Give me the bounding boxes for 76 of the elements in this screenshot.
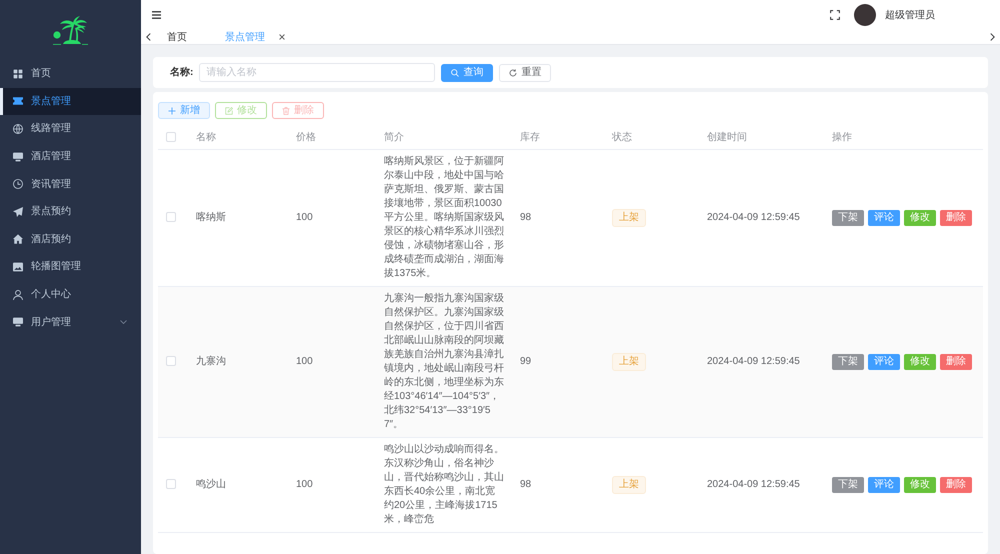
search-button[interactable]: 查询: [441, 64, 494, 82]
select-all-checkbox[interactable]: [166, 132, 176, 142]
sidebar-item[interactable]: 首页: [0, 60, 141, 88]
unlist-button[interactable]: 下架: [832, 354, 864, 370]
monitor-icon: [13, 152, 23, 162]
sidebar-item[interactable]: 用户管理: [0, 308, 141, 336]
unlist-button[interactable]: 下架: [832, 210, 864, 226]
table-cell: 鸣沙山: [188, 438, 288, 532]
edit-button[interactable]: 修改: [904, 477, 936, 493]
search-field[interactable]: 请输入名称: [199, 63, 436, 82]
trash-icon: [282, 106, 290, 114]
chevron-left-icon[interactable]: [146, 33, 151, 41]
person-icon: [13, 290, 23, 300]
row-checkbox[interactable]: [166, 479, 176, 490]
column-header: 操作: [824, 127, 983, 150]
add-button[interactable]: 新增: [158, 102, 210, 119]
edit-icon: [225, 106, 233, 114]
column-header: 简介: [376, 127, 512, 150]
table-cell: 99: [512, 286, 604, 438]
refresh-icon: [509, 68, 518, 76]
user-name[interactable]: 超级管理员: [885, 8, 935, 22]
delete-button[interactable]: 删除: [940, 354, 972, 370]
picture-icon: [13, 262, 23, 272]
table-cell: 鸣沙山以沙动成响而得名。东汉称沙角山，俗名神沙山，晋代始称鸣沙山，其山东西长40余公里，南北宽约20公里，主峰海拔1715米，峰峦危: [376, 438, 512, 532]
plus-icon: [168, 106, 176, 114]
fullscreen-icon[interactable]: [830, 10, 840, 20]
comment-button[interactable]: 评论: [868, 477, 900, 493]
sidebar-item[interactable]: 轮播图管理: [0, 253, 141, 281]
table-cell: 2024-04-09 12:59:45: [699, 438, 824, 532]
grid-icon: [13, 68, 23, 79]
comment-button[interactable]: 评论: [868, 354, 900, 370]
sidebar-item[interactable]: 景点管理: [0, 88, 141, 116]
column-header: 库存: [512, 127, 604, 150]
table-cell: 九寨沟: [188, 286, 288, 438]
table-cell: 100: [288, 286, 376, 438]
edit-button[interactable]: 修改: [904, 354, 936, 370]
column-header: 价格: [288, 127, 376, 150]
delete-button[interactable]: 删除: [940, 210, 972, 226]
column-header: 状态: [604, 127, 699, 150]
tab[interactable]: 景点管理: [217, 30, 293, 44]
comment-button[interactable]: 评论: [868, 210, 900, 226]
status-tag: 上架: [612, 476, 646, 494]
sidebar-item[interactable]: 酒店预约: [0, 226, 141, 254]
palm-island-icon: [50, 14, 90, 46]
close-icon[interactable]: [279, 34, 285, 40]
column-header: 创建时间: [699, 127, 824, 150]
reset-button[interactable]: 重置: [499, 64, 552, 82]
edit-button[interactable]: 修改: [904, 210, 936, 226]
house-icon: [13, 234, 23, 244]
delete-button[interactable]: 删除: [940, 477, 972, 493]
monitor-icon: [13, 317, 23, 328]
clock-icon: [13, 179, 23, 190]
paper-plane-icon: [13, 206, 23, 217]
column-header: 名称: [188, 127, 288, 150]
sidebar-item[interactable]: 资讯管理: [0, 170, 141, 198]
sidebar-item[interactable]: 景点预约: [0, 198, 141, 226]
unlist-button[interactable]: 下架: [832, 477, 864, 493]
search-icon: [451, 68, 460, 76]
row-checkbox[interactable]: [166, 356, 176, 366]
field-label: 名称:: [170, 66, 194, 80]
table-cell: 2024-04-09 12:59:45: [699, 286, 824, 438]
status-tag: 上架: [612, 353, 646, 371]
table-cell: 100: [288, 438, 376, 532]
sidebar-item[interactable]: 酒店管理: [0, 142, 141, 170]
row-checkbox[interactable]: [166, 212, 176, 222]
sidebar-item[interactable]: 个人中心: [0, 280, 141, 308]
sidebar-item[interactable]: 线路管理: [0, 115, 141, 143]
table-cell: 98: [512, 438, 604, 532]
globe-icon: [13, 124, 23, 134]
chevron-right-icon[interactable]: [990, 33, 995, 41]
menu-icon[interactable]: [152, 11, 161, 19]
avatar-placeholder[interactable]: [854, 4, 876, 26]
table-cell: 九寨沟一般指九寨沟国家级自然保护区。九寨沟国家级自然保护区，位于四川省西北部岷山山脉南段的阿坝藏族羌族自治州九寨沟县漳扎镇境内，地处岷山南段弓杆岭的东北侧，地理坐标为东经103°46′14″—104°5′3″，北纬32°54′13″—33°19′57″。: [376, 286, 512, 438]
ticket-icon: [13, 96, 23, 106]
tab[interactable]: 首页: [159, 30, 217, 44]
status-tag: 上架: [612, 209, 646, 227]
